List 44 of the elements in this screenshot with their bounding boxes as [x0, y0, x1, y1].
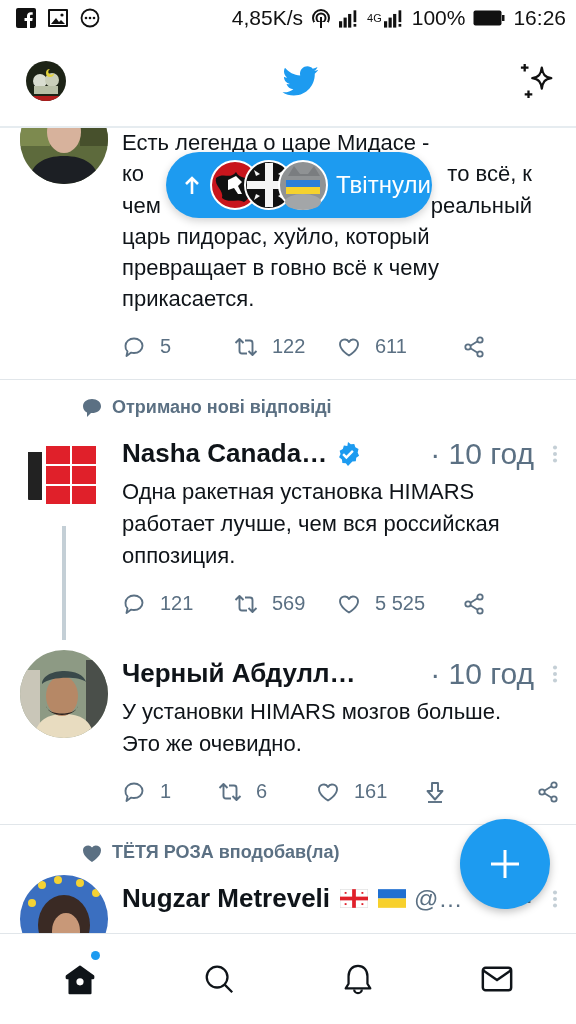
tweet-text: превращает в говно всё к чему — [122, 254, 439, 283]
tweet-text: ко — [122, 160, 145, 189]
clock: 16:26 — [513, 6, 566, 30]
action-count: 122 — [272, 335, 306, 359]
tweet-text: прикасается. — [122, 285, 255, 314]
more-icon — [80, 8, 100, 28]
tweet-text: реальный — [430, 191, 532, 220]
share-icon[interactable] — [536, 779, 560, 804]
action-count: 161 — [354, 780, 388, 804]
context-label[interactable]: ТЁТЯ РОЗА вподобав(ла) — [112, 842, 340, 864]
network-type: 4G — [367, 12, 382, 24]
tweet-text: У установки HIMARS мозгов больше. Это же очевидно. — [122, 697, 503, 758]
author-name[interactable]: Nasha Canada… — [122, 438, 328, 470]
action-count: 611 — [375, 335, 407, 359]
tweet-text: царь пидорас, хуйло, который — [122, 222, 430, 251]
author-handle: @… — [414, 884, 463, 913]
plus-icon — [490, 849, 520, 879]
tweet-time: · 10 год — [430, 656, 534, 691]
share-icon[interactable] — [462, 334, 486, 359]
image-icon — [48, 8, 68, 28]
action-count: 5 — [160, 335, 172, 359]
action-count: 569 — [272, 592, 306, 616]
tweet-text: то всё, к — [447, 160, 532, 189]
signal-icon — [383, 8, 404, 28]
context-label[interactable]: Отримано нові відповіді — [112, 397, 332, 419]
author-name[interactable]: Черный Абдулл… — [122, 658, 356, 690]
tweet-text: Одна ракетная установка HIMARS работает лучше, чем вся российская оппозиция. — [122, 477, 501, 570]
tweet-text: чем — [122, 191, 161, 220]
action-count: 1 — [160, 780, 172, 804]
flag-icon — [340, 889, 369, 909]
hotspot-icon — [311, 8, 332, 28]
up-arrow-icon — [184, 175, 200, 195]
battery-percent: 100% — [411, 6, 466, 30]
share-icon[interactable] — [462, 591, 486, 616]
facebook-icon — [16, 8, 36, 28]
flag-icon — [378, 889, 407, 909]
action-count: 121 — [160, 592, 194, 616]
compose-button[interactable] — [460, 819, 550, 909]
network-speed: 4,85K/s — [231, 6, 304, 30]
action-count: 6 — [256, 780, 268, 804]
action-count: 5 525 — [375, 592, 426, 616]
author-name[interactable]: Nugzar Metreveli — [122, 883, 331, 915]
tweet-time: · 10 год — [430, 436, 534, 471]
battery-icon — [473, 10, 506, 26]
